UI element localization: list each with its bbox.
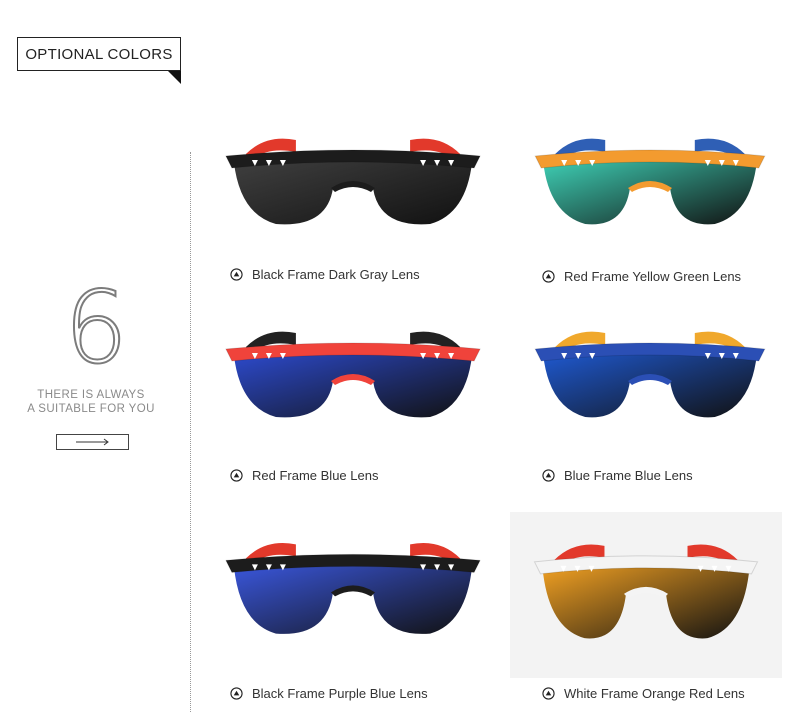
- caption: White Frame Orange Red Lens: [542, 686, 745, 701]
- section-title-tag: OPTIONAL COLORS: [17, 37, 181, 71]
- product-photo: [534, 331, 766, 418]
- play-circle-icon: [542, 270, 555, 283]
- tagline-line-2: A SUITABLE FOR YOU: [27, 403, 155, 415]
- product-card-red-blue[interactable]: Red Frame Blue Lens: [198, 303, 508, 493]
- product-card-black-purple-blue[interactable]: Black Frame Purple Blue Lens: [198, 512, 508, 712]
- product-card-black-dark-gray[interactable]: Black Frame Dark Gray Lens: [198, 110, 508, 290]
- caption: Red Frame Yellow Green Lens: [542, 269, 741, 284]
- sunglasses-graphic: [225, 331, 481, 418]
- product-photo: [534, 138, 766, 225]
- sunglasses-graphic: [534, 331, 766, 418]
- product-photo: [225, 543, 481, 634]
- sunglasses-graphic: [225, 543, 481, 634]
- sunglasses-graphic: [225, 138, 481, 225]
- lens: [233, 158, 473, 225]
- play-circle-icon: [542, 469, 555, 482]
- product-caption: White Frame Orange Red Lens: [564, 686, 745, 701]
- play-circle-icon: [542, 687, 555, 700]
- big-number: 6: [63, 269, 129, 386]
- sunglasses-graphic: [533, 544, 759, 639]
- lens: [542, 563, 750, 639]
- tagline-line-1: THERE IS ALWAYS: [37, 389, 145, 401]
- product-card-blue-blue[interactable]: Blue Frame Blue Lens: [510, 303, 790, 493]
- dotted-divider: [190, 152, 191, 712]
- arrow-right-icon: [75, 438, 109, 446]
- play-circle-icon: [230, 469, 243, 482]
- play-circle-icon: [230, 687, 243, 700]
- tag-corner-decoration: [168, 71, 181, 84]
- product-card-red-yellow-green[interactable]: Red Frame Yellow Green Lens: [510, 110, 790, 290]
- product-caption: Red Frame Blue Lens: [252, 468, 379, 483]
- product-caption: Black Frame Purple Blue Lens: [252, 686, 428, 701]
- caption: Black Frame Dark Gray Lens: [230, 267, 420, 282]
- caption: Red Frame Blue Lens: [230, 468, 378, 483]
- product-photo: [225, 331, 481, 418]
- sunglasses-graphic: [534, 138, 766, 225]
- product-caption: Black Frame Dark Gray Lens: [252, 267, 420, 282]
- section-title: OPTIONAL COLORS: [25, 45, 173, 63]
- lens: [233, 351, 473, 418]
- play-circle-icon: [230, 268, 243, 281]
- caption: Black Frame Purple Blue Lens: [230, 686, 428, 701]
- arrow-button[interactable]: [56, 434, 129, 450]
- product-card-white-orange-red[interactable]: White Frame Orange Red Lens: [510, 512, 782, 712]
- product-photo: [225, 138, 481, 225]
- product-caption: Red Frame Yellow Green Lens: [564, 269, 742, 284]
- lens: [233, 562, 473, 634]
- product-caption: Blue Frame Blue Lens: [564, 468, 693, 483]
- caption: Blue Frame Blue Lens: [542, 468, 693, 483]
- lens: [543, 351, 757, 418]
- lens: [543, 158, 757, 225]
- product-photo: [510, 512, 782, 678]
